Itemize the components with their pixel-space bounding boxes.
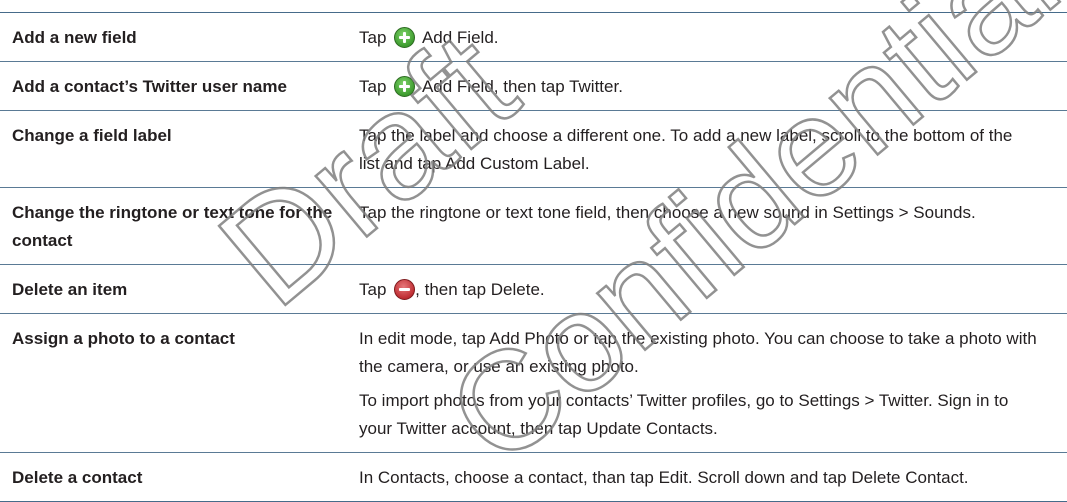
action-text: Add Field. <box>421 28 499 47</box>
action-cell: Tap Add Field. <box>359 24 1067 52</box>
action-text: Tap <box>359 280 387 299</box>
action-cell: Tap the ringtone or text tone field, the… <box>359 199 1067 255</box>
task-cell: Add a new field <box>12 28 137 47</box>
action-cell: In Contacts, choose a contact, than tap … <box>359 464 1067 492</box>
table-row: Change the ringtone or text tone for the… <box>0 187 1067 264</box>
task-cell: Change the ringtone or text tone for the… <box>12 203 333 250</box>
table-row: Add a contact’s Twitter user name Tap Ad… <box>0 61 1067 110</box>
action-text: In Contacts, choose a contact, than tap … <box>359 468 969 487</box>
table-row: Assign a photo to a contact In edit mode… <box>0 313 1067 452</box>
table-row: Delete a contact In Contacts, choose a c… <box>0 452 1067 502</box>
action-text: , then tap Delete. <box>415 280 545 299</box>
task-cell: Change a field label <box>12 126 172 145</box>
action-cell: Tap , then tap Delete. <box>359 276 1067 304</box>
delete-icon <box>394 279 416 300</box>
action-text: To import photos from your contacts’ Twi… <box>359 391 1009 438</box>
task-table: Add a new field Tap Add Field. Add a con… <box>0 12 1067 502</box>
action-cell: Tap the label and choose a different one… <box>359 122 1067 178</box>
table-row: Change a field label Tap the label and c… <box>0 110 1067 187</box>
action-text: Tap the ringtone or text tone field, the… <box>359 203 976 222</box>
action-cell: Tap Add Field, then tap Twitter. <box>359 73 1067 101</box>
task-cell: Delete an item <box>12 280 128 299</box>
action-text: Tap <box>359 28 387 47</box>
action-text: Tap the label and choose a different one… <box>359 126 1013 173</box>
table-row: Add a new field Tap Add Field. <box>0 12 1067 61</box>
add-icon <box>394 27 416 48</box>
action-cell: In edit mode, tap Add Photo or tap the e… <box>359 325 1067 443</box>
task-cell: Add a contact’s Twitter user name <box>12 77 287 96</box>
add-icon <box>394 76 416 97</box>
action-text: Tap <box>359 77 387 96</box>
action-text: Add Field, then tap Twitter. <box>421 77 623 96</box>
action-text: In edit mode, tap Add Photo or tap the e… <box>359 329 1037 376</box>
task-cell: Assign a photo to a contact <box>12 329 235 348</box>
table-row: Delete an item Tap , then tap Delete. <box>0 264 1067 313</box>
task-cell: Delete a contact <box>12 468 143 487</box>
